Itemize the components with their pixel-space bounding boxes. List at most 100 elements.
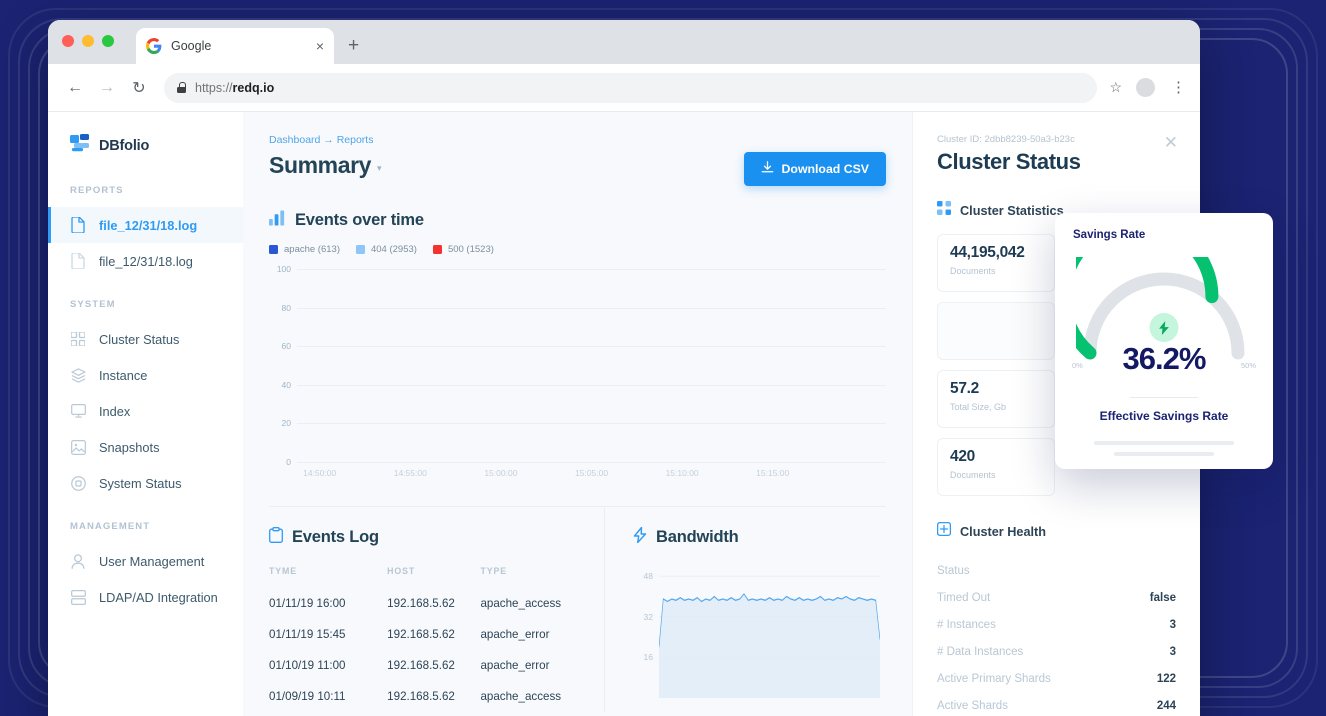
bar-slot [660,269,705,462]
table-cell: apache_error [480,650,580,681]
sidebar-item-cluster-status[interactable]: Cluster Status [48,321,243,357]
events-log-header: Events Log [269,527,580,548]
sidebar-item-user-management[interactable]: User Management [48,543,243,579]
table-cell: 192.168.5.62 [387,681,480,712]
stat-label: Documents [950,470,1042,480]
gauge-max-label: 50% [1241,361,1256,370]
sidebar-item-label: System Status [99,476,182,491]
sidebar-group-management-label: MANAGEMENT [48,521,243,532]
minimize-window-button[interactable] [82,35,94,47]
legend-item-404[interactable]: 404 (2953) [356,244,417,255]
sidebar-item-file-log-2[interactable]: file_12/31/18.log [48,243,243,279]
health-key: # Instances [937,619,996,631]
legend-swatch-500 [433,245,442,254]
stat-card: 420Documents [937,438,1055,496]
close-window-button[interactable] [62,35,74,47]
sidebar-item-label: LDAP/AD Integration [99,590,218,605]
health-row: Active Primary Shards122 [937,665,1176,692]
table-cell: 192.168.5.62 [387,588,480,619]
bar-slot [297,269,342,462]
brand[interactable]: DBfolio [48,134,243,185]
bar-slot [614,269,659,462]
y-axis: 020406080100 [269,269,295,462]
bar-plot-area [297,269,886,462]
main-content: Dashboard → Reports Summary ▾ Download CS… [243,112,912,716]
sidebar-item-index[interactable]: Index [48,393,243,429]
bandwidth-plot-area [659,566,880,698]
y-axis-tick: 20 [282,418,291,428]
health-value: false [1150,592,1176,604]
stat-value: 44,195,042 [950,244,1042,262]
table-cell: apache_access [480,588,580,619]
bolt-icon [633,527,647,548]
x-axis-tick: 14:50:00 [303,468,336,478]
chevron-down-icon[interactable]: ▾ [377,163,382,173]
sidebar-item-ldap-ad-integration[interactable]: LDAP/AD Integration [48,579,243,615]
page-title: Summary [269,152,371,178]
savings-rate-card: Savings Rate 36.2% 0% 50% Effective Savi… [1055,213,1273,469]
bar-slot [750,269,795,462]
bar-chart-icon [269,210,286,231]
profile-avatar[interactable] [1136,78,1155,97]
download-csv-label: Download CSV [782,162,869,176]
x-axis: 14:50:0014:55:0015:00:0015:05:0015:10:00… [297,464,886,484]
y-axis-tick: 60 [282,341,291,351]
table-row[interactable]: 01/10/19 11:00192.168.5.62apache_error [269,650,580,681]
sidebar-item-snapshots[interactable]: Snapshots [48,429,243,465]
x-axis-tick: 15:00:00 [484,468,517,478]
health-key: Timed Out [937,592,990,604]
stat-label: Total Size, Gb [950,402,1042,412]
legend-swatch-apache [269,245,278,254]
cluster-health-title: Cluster Health [960,525,1046,539]
user-icon [70,553,86,569]
table-row[interactable]: 01/11/19 15:45192.168.5.62apache_error [269,619,580,650]
bolt-badge [1150,313,1179,342]
column-header-type: TYPE [480,566,580,588]
bookmark-star-icon[interactable]: ☆ [1109,79,1122,96]
new-tab-button[interactable]: + [348,36,359,55]
breadcrumb[interactable]: Dashboard → Reports [269,134,886,146]
sidebar-group-reports-label: REPORTS [48,185,243,196]
bandwidth-chart: 163248 [633,566,886,698]
sidebar: DBfolio REPORTS file_12/31/18.log file_1… [48,112,243,716]
cluster-id: Cluster ID: 2dbb8239-50a3-b23c [937,134,1176,145]
back-icon[interactable]: ← [62,75,88,101]
document-icon [70,217,86,233]
savings-rate-subtitle: Effective Savings Rate [1073,409,1255,423]
table-cell: 01/10/19 11:00 [269,650,387,681]
legend-swatch-404 [356,245,365,254]
close-tab-icon[interactable]: × [316,39,324,53]
gauge-min-label: 0% [1072,361,1083,370]
maximize-window-button[interactable] [102,35,114,47]
reload-icon[interactable]: ↻ [126,75,152,101]
browser-tab[interactable]: Google × [136,28,334,64]
table-row[interactable]: 01/09/19 10:11192.168.5.62apache_access [269,681,580,712]
health-value: 3 [1170,646,1176,658]
bar-slot [705,269,750,462]
table-row[interactable]: 01/11/19 16:00192.168.5.62apache_access [269,588,580,619]
legend-item-apache[interactable]: apache (613) [269,244,340,255]
forward-icon[interactable]: → [94,75,120,101]
bar-slot [524,269,569,462]
close-icon[interactable]: ✕ [1164,134,1178,151]
sidebar-item-file-log-1[interactable]: file_12/31/18.log [48,207,243,243]
legend-item-500[interactable]: 500 (1523) [433,244,494,255]
bandwidth-header: Bandwidth [633,527,886,548]
download-csv-button[interactable]: Download CSV [744,152,886,186]
health-value: 122 [1157,673,1176,685]
address-bar[interactable]: https://redq.io [164,73,1097,103]
window-traffic-lights [62,35,114,47]
tab-title: Google [171,39,307,53]
health-row: Status [937,557,1176,584]
sidebar-item-label: file_12/31/18.log [99,254,193,269]
y-axis-tick: 40 [282,380,291,390]
cpu-icon [70,475,86,491]
health-value: 244 [1157,700,1176,712]
sidebar-item-label: Index [99,404,130,419]
document-icon [70,253,86,269]
sidebar-item-system-status[interactable]: System Status [48,465,243,501]
lock-icon [177,82,186,93]
sidebar-item-instance[interactable]: Instance [48,357,243,393]
browser-menu-icon[interactable]: ⋮ [1171,83,1186,92]
health-key: Active Shards [937,700,1008,712]
